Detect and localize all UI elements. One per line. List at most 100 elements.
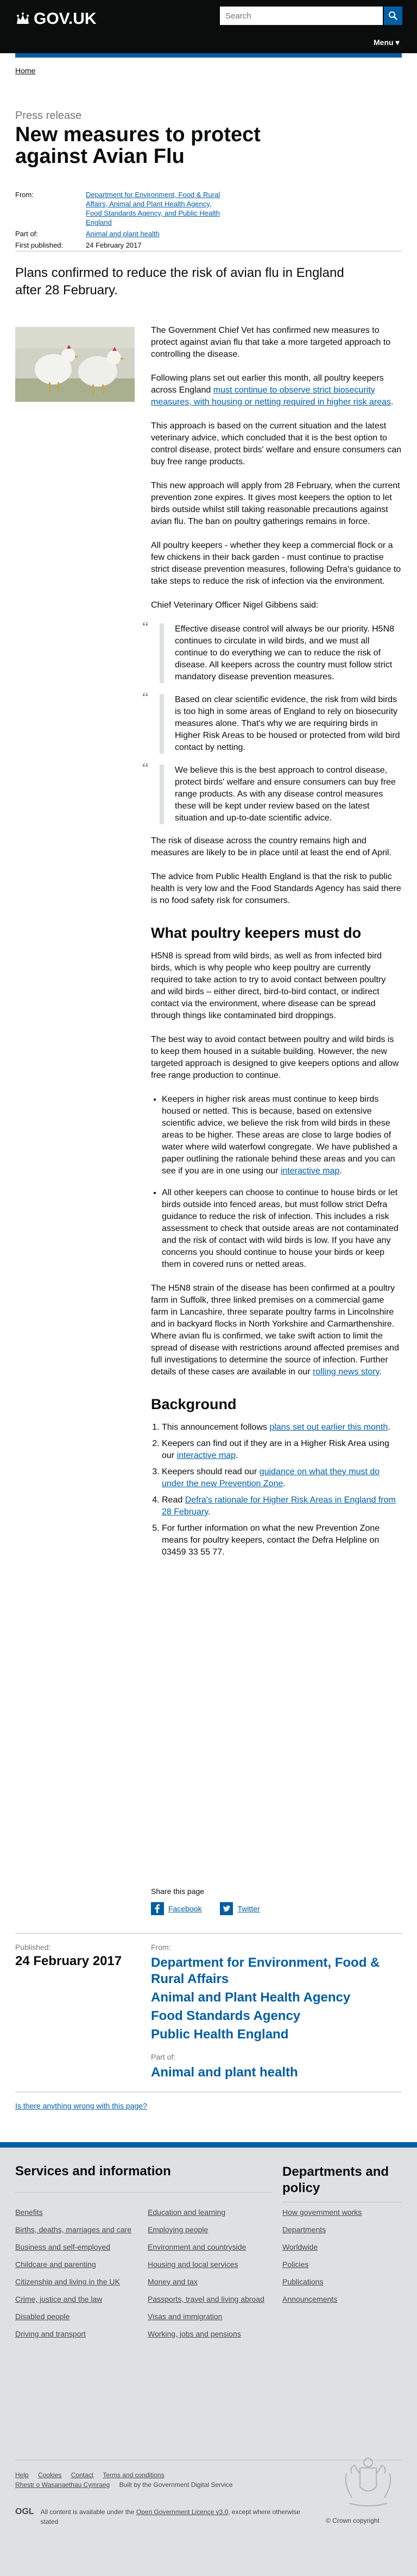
rationale-link[interactable]: Defra's rationale for Higher Risk Areas … <box>162 1495 396 1517</box>
section-heading: What poultry keepers must do <box>151 925 362 941</box>
footer-link[interactable]: Announcements <box>282 2294 402 2304</box>
share-section: Share this page Facebook Twitter <box>151 1887 402 1915</box>
footer-welsh-link[interactable]: Rhestr o Wasanaethau Cymraeg <box>15 2481 110 2489</box>
footer-link[interactable]: Births, deaths, marriages and care <box>15 2225 140 2234</box>
footer-services-title: Services and information <box>15 2164 171 2179</box>
search-input[interactable] <box>220 7 383 25</box>
footer-contact-link[interactable]: Contact <box>71 2471 93 2479</box>
footer-link[interactable]: Business and self-employed <box>15 2242 140 2252</box>
body-paragraph: Following plans set out earlier this mon… <box>151 372 402 408</box>
footer-link[interactable]: Disabled people <box>15 2312 140 2321</box>
org-link-fsa[interactable]: Food Standards Agency <box>151 2008 402 2024</box>
body-paragraph: This approach is based on the current si… <box>151 421 402 466</box>
from-label: From: <box>151 1943 171 1952</box>
footer-departments-title: Departments and policy <box>282 2164 389 2195</box>
ogl-logo: OGL <box>15 2507 34 2516</box>
search-button[interactable] <box>384 7 402 25</box>
meta-partof-link[interactable]: Animal and plant health <box>86 230 160 238</box>
quote-mark-icon: “ <box>142 690 149 705</box>
text: . <box>339 1166 342 1176</box>
footer-link[interactable]: Crime, justice and the law <box>15 2294 140 2304</box>
list-item: All other keepers can choose to continue… <box>162 1187 402 1271</box>
footer-link[interactable]: Childcare and parenting <box>15 2259 140 2269</box>
text: Read <box>162 1495 185 1505</box>
article-body: The Government Chief Vet has confirmed n… <box>142 325 402 1570</box>
footer-link[interactable]: Benefits <box>15 2207 140 2217</box>
meta-published-label: First published: <box>15 241 64 249</box>
partof-link[interactable]: Animal and plant health <box>151 2064 402 2081</box>
share-facebook-link[interactable]: Facebook <box>151 1902 201 1915</box>
meta-published-value: 24 February 2017 <box>86 241 142 249</box>
footer-link[interactable]: Visas and immigration <box>148 2312 273 2321</box>
numbered-list: This announcement follows plans set out … <box>151 1422 402 1558</box>
list-item: Keepers can find out if they are in a Hi… <box>162 1438 402 1462</box>
footer-link[interactable]: Citizenship and living in the UK <box>15 2277 140 2287</box>
twitter-icon <box>220 1902 233 1915</box>
list-item: Read Defra's rationale for Higher Risk A… <box>162 1494 402 1518</box>
rolling-news-link[interactable]: rolling news story <box>313 1367 379 1377</box>
quote-mark-icon: “ <box>142 619 149 635</box>
footer-link[interactable]: Working, jobs and pensions <box>148 2329 273 2339</box>
interactive-map-link[interactable]: interactive map <box>177 1451 236 1460</box>
from-section: From: Department for Environment, Food &… <box>151 1943 402 2083</box>
plans-link[interactable]: plans set out earlier this month <box>269 1423 388 1432</box>
text: All content is available under the <box>40 2508 136 2516</box>
text: . <box>388 1423 390 1432</box>
footer-link[interactable]: Publications <box>282 2277 402 2287</box>
report-problem-link[interactable]: Is there anything wrong with this page? <box>15 2101 147 2110</box>
footer-link[interactable]: Passports, travel and living abroad <box>148 2294 273 2304</box>
body-paragraph: H5N8 is spread from wild birds, as well … <box>151 951 386 1020</box>
site-header: GOV.UK <box>0 0 417 36</box>
footer-column: Benefits Births, deaths, marriages and c… <box>15 2207 140 2346</box>
bullet-list: Keepers in higher risk areas must contin… <box>151 1094 402 1271</box>
published-info: Published: 24 February 2017 <box>15 1943 140 1969</box>
divider <box>15 1933 402 1934</box>
breadcrumb-home-link[interactable]: Home <box>15 66 35 75</box>
crown-icon <box>17 12 29 24</box>
footer-help-link[interactable]: Help <box>15 2471 29 2479</box>
facebook-icon <box>151 1902 164 1915</box>
published-label: Published: <box>15 1943 51 1952</box>
quote: “ Effective disease control will always … <box>142 620 402 683</box>
quote-mark-icon: “ <box>142 760 149 776</box>
quote-text: We believe this is the best approach to … <box>175 766 396 823</box>
ogl-link[interactable]: Open Government Licence v3.0 <box>136 2508 228 2516</box>
built-by-text: Built by the Government Digital Service <box>119 2481 233 2489</box>
list-item: Keepers in higher risk areas must contin… <box>162 1094 402 1177</box>
org-link-apha[interactable]: Animal and Plant Health Agency <box>151 1990 402 2006</box>
search-icon <box>389 11 397 20</box>
footer-terms-link[interactable]: Terms and conditions <box>103 2471 164 2479</box>
footer-link[interactable]: Housing and local services <box>148 2259 273 2269</box>
footer-link[interactable]: Driving and transport <box>15 2329 140 2339</box>
govuk-logo-link[interactable]: GOV.UK <box>15 10 97 28</box>
footer-cookies-link[interactable]: Cookies <box>38 2471 61 2479</box>
text: Keepers in higher risk areas must contin… <box>162 1095 397 1176</box>
meta-from-link[interactable]: Department for Environment, Food & Rural… <box>86 191 220 226</box>
summary: Plans confirmed to reduce the risk of av… <box>15 266 344 298</box>
footer-link[interactable]: Education and learning <box>148 2207 273 2217</box>
royal-coat-of-arms-icon <box>345 2458 391 2506</box>
footer-link[interactable]: Departments <box>282 2225 402 2234</box>
quote-text: Based on clear scientific evidence, the … <box>175 695 400 752</box>
crown-copyright-link[interactable]: © Crown copyright <box>326 2517 380 2524</box>
list-item: For further information on what the new … <box>162 1523 402 1558</box>
share-title: Share this page <box>151 1887 205 1896</box>
footer-link[interactable]: How government works <box>282 2207 402 2217</box>
body-paragraph: The risk of disease across the country r… <box>151 836 391 857</box>
footer-link[interactable]: Employing people <box>148 2225 273 2234</box>
body-paragraph: All poultry keepers - whether they keep … <box>151 541 401 586</box>
org-link-defra[interactable]: Department for Environment, Food & Rural… <box>151 1955 402 1987</box>
breadcrumb: Home <box>15 66 35 75</box>
page-title: New measures to protect against Avian Fl… <box>15 123 261 168</box>
footer-link[interactable]: Environment and countryside <box>148 2242 273 2252</box>
interactive-map-link[interactable]: interactive map <box>281 1166 340 1176</box>
header-blue-bar <box>15 53 402 58</box>
footer-link[interactable]: Money and tax <box>148 2277 273 2287</box>
share-twitter-link[interactable]: Twitter <box>220 1902 260 1915</box>
footer-link[interactable]: Policies <box>282 2259 402 2269</box>
licence: OGL All content is available under the O… <box>15 2507 308 2527</box>
partof-label: Part of: <box>151 2053 176 2061</box>
org-link-phe[interactable]: Public Health England <box>151 2026 402 2043</box>
menu-toggle[interactable]: Menu ▾ <box>374 38 399 47</box>
footer-link[interactable]: Worldwide <box>282 2242 402 2252</box>
